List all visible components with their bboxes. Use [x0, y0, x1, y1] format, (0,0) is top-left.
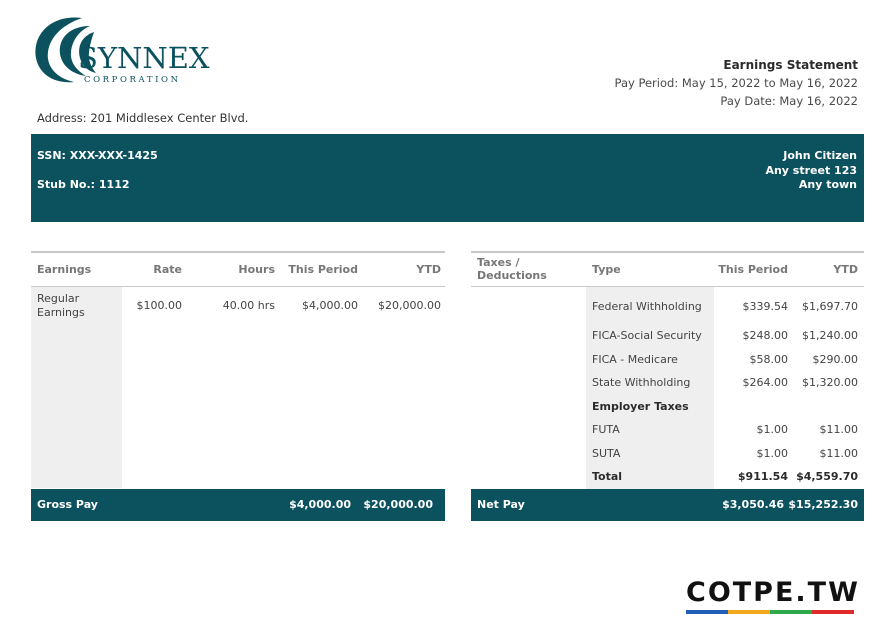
tax-ytd — [792, 395, 864, 419]
tax-ytd: $1,320.00 — [802, 376, 858, 390]
pay-date: Pay Date: May 16, 2022 — [720, 94, 858, 108]
company-address: Address: 201 Middlesex Center Blvd. — [37, 111, 249, 125]
tax-period: $339.54 — [742, 299, 789, 313]
earning-name: Regular Earnings — [31, 286, 122, 488]
tax-type: FUTA — [586, 418, 714, 442]
tax-ytd: $290.00 — [812, 352, 859, 366]
tax-period — [714, 395, 792, 419]
taxes-table: Taxes / Deductions Type This Period YTD … — [471, 251, 864, 489]
tax-period: $1.00 — [756, 423, 789, 437]
net-pay-ytd: $15,252.30 — [788, 498, 858, 511]
tax-total-label: Total — [586, 465, 714, 489]
earning-period: $4,000.00 — [302, 298, 358, 312]
pay-period: Pay Period: May 15, 2022 to May 16, 2022 — [614, 76, 858, 90]
watermark: COTPE.TW — [686, 577, 860, 614]
tax-ytd: $11.00 — [819, 423, 859, 437]
tax-period: $264.00 — [742, 376, 789, 390]
tax-type: FICA - Medicare — [586, 347, 714, 371]
earning-ytd: $20,000.00 — [378, 298, 441, 312]
tax-period: $1.00 — [756, 446, 789, 460]
earning-hours: 40.00 hrs — [222, 298, 275, 312]
earnings-table: Earnings Rate Hours This Period YTD Regu… — [31, 251, 445, 488]
employee-street: Any street 123 — [765, 163, 857, 177]
earning-rate: $100.00 — [136, 298, 183, 312]
employee-town: Any town — [798, 178, 857, 191]
watermark-text: COTPE.TW — [686, 577, 860, 608]
gross-pay-label: Gross Pay — [37, 498, 98, 511]
tax-type: State Withholding — [586, 371, 714, 395]
tax-total-period: $911.54 — [737, 470, 788, 484]
taxes-col-type: Type — [586, 251, 714, 287]
earnings-col-ytd: YTD — [362, 251, 445, 287]
employer-taxes-heading: Employer Taxes — [586, 394, 714, 418]
taxes-col-ytd: YTD — [792, 251, 864, 287]
earnings-col-earnings: Earnings — [31, 251, 122, 287]
tax-type: Federal Withholding — [586, 286, 714, 324]
net-pay-label: Net Pay — [477, 498, 525, 511]
deductions-blank — [471, 286, 586, 489]
gross-pay-row: Gross Pay $4,000.00 $20,000.00 — [31, 489, 445, 521]
tax-period: $58.00 — [749, 352, 789, 366]
tax-ytd: $1,697.70 — [802, 299, 858, 313]
statement-header: Earnings Statement Pay Period: May 15, 2… — [615, 56, 858, 110]
taxes-header-row: Taxes / Deductions Type This Period YTD — [471, 251, 864, 287]
tax-ytd: $1,240.00 — [802, 329, 858, 343]
employee-info: John Citizen Any street 123 Any town — [765, 149, 857, 193]
earnings-col-period: This Period — [279, 251, 362, 287]
gross-pay-period: $4,000.00 — [289, 498, 351, 511]
taxes-col-period: This Period — [714, 251, 792, 287]
tax-ytd: $11.00 — [819, 446, 859, 460]
company-subtitle: CORPORATION — [84, 75, 181, 85]
gross-pay-ytd: $20,000.00 — [363, 498, 433, 511]
stub-number: Stub No.: 1112 — [37, 178, 130, 191]
company-name: SYNNEX — [78, 41, 210, 75]
watermark-color-bar — [686, 610, 854, 614]
tax-type: SUTA — [586, 441, 714, 465]
tax-type: FICA-Social Security — [586, 324, 714, 348]
net-pay-period: $3,050.46 — [722, 498, 784, 511]
company-logo: SYNNEX CORPORATION — [30, 12, 215, 88]
table-row: Regular Earnings $100.00 40.00 hrs $4,00… — [31, 286, 445, 488]
taxes-col-deductions: Taxes / Deductions — [471, 251, 586, 287]
earnings-col-rate: Rate — [122, 251, 192, 287]
net-pay-row: Net Pay $3,050.46 $15,252.30 — [471, 489, 864, 521]
ssn: SSN: XXX-XXX-1425 — [37, 149, 158, 162]
tax-total-ytd: $4,559.70 — [796, 470, 858, 484]
table-row: Federal Withholding $339.54 $1,697.70 — [471, 286, 864, 324]
statement-title: Earnings Statement — [723, 58, 858, 72]
earnings-col-hours: Hours — [192, 251, 279, 287]
employee-name: John Citizen — [783, 149, 857, 162]
earnings-header-row: Earnings Rate Hours This Period YTD — [31, 251, 445, 287]
employee-band: SSN: XXX-XXX-1425 Stub No.: 1112 John Ci… — [31, 134, 864, 222]
tax-period: $248.00 — [742, 329, 789, 343]
